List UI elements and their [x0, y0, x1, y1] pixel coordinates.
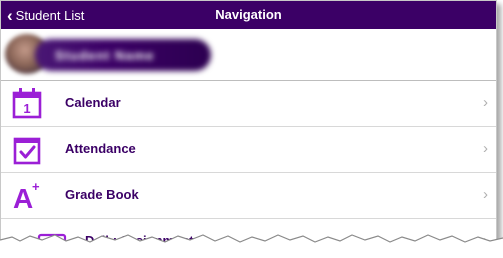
- torn-edge: [0, 234, 503, 258]
- menu-item-label: Calendar: [65, 95, 121, 110]
- navigation-bar: ‹ Student List Navigation: [1, 1, 496, 29]
- student-name-banner: Student Name: [35, 39, 211, 71]
- attendance-check-icon: [13, 137, 41, 165]
- navigation-menu: 1 Calendar › Attendance › A + Grade Book…: [1, 81, 496, 251]
- app-window: ‹ Student List Navigation Student Name 1…: [0, 0, 497, 252]
- menu-item-label: Attendance: [65, 141, 136, 156]
- chevron-right-icon: ›: [483, 186, 488, 203]
- student-profile-header: Student Name: [1, 29, 496, 81]
- menu-item-calendar[interactable]: 1 Calendar ›: [1, 81, 496, 127]
- menu-item-label: Grade Book: [65, 187, 139, 202]
- grade-a-plus-icon: A +: [13, 179, 40, 211]
- grade-letter: A: [13, 183, 33, 211]
- grade-plus: +: [32, 179, 40, 194]
- calendar-icon: 1: [12, 88, 42, 119]
- chevron-right-icon: ›: [483, 140, 488, 157]
- page-title: Navigation: [215, 7, 282, 22]
- chevron-right-icon: ›: [483, 94, 488, 111]
- calendar-day-number: 1: [23, 101, 30, 116]
- menu-item-grade-book[interactable]: A + Grade Book ›: [1, 173, 496, 219]
- student-name: Student Name: [55, 48, 155, 63]
- menu-item-attendance[interactable]: Attendance ›: [1, 127, 496, 173]
